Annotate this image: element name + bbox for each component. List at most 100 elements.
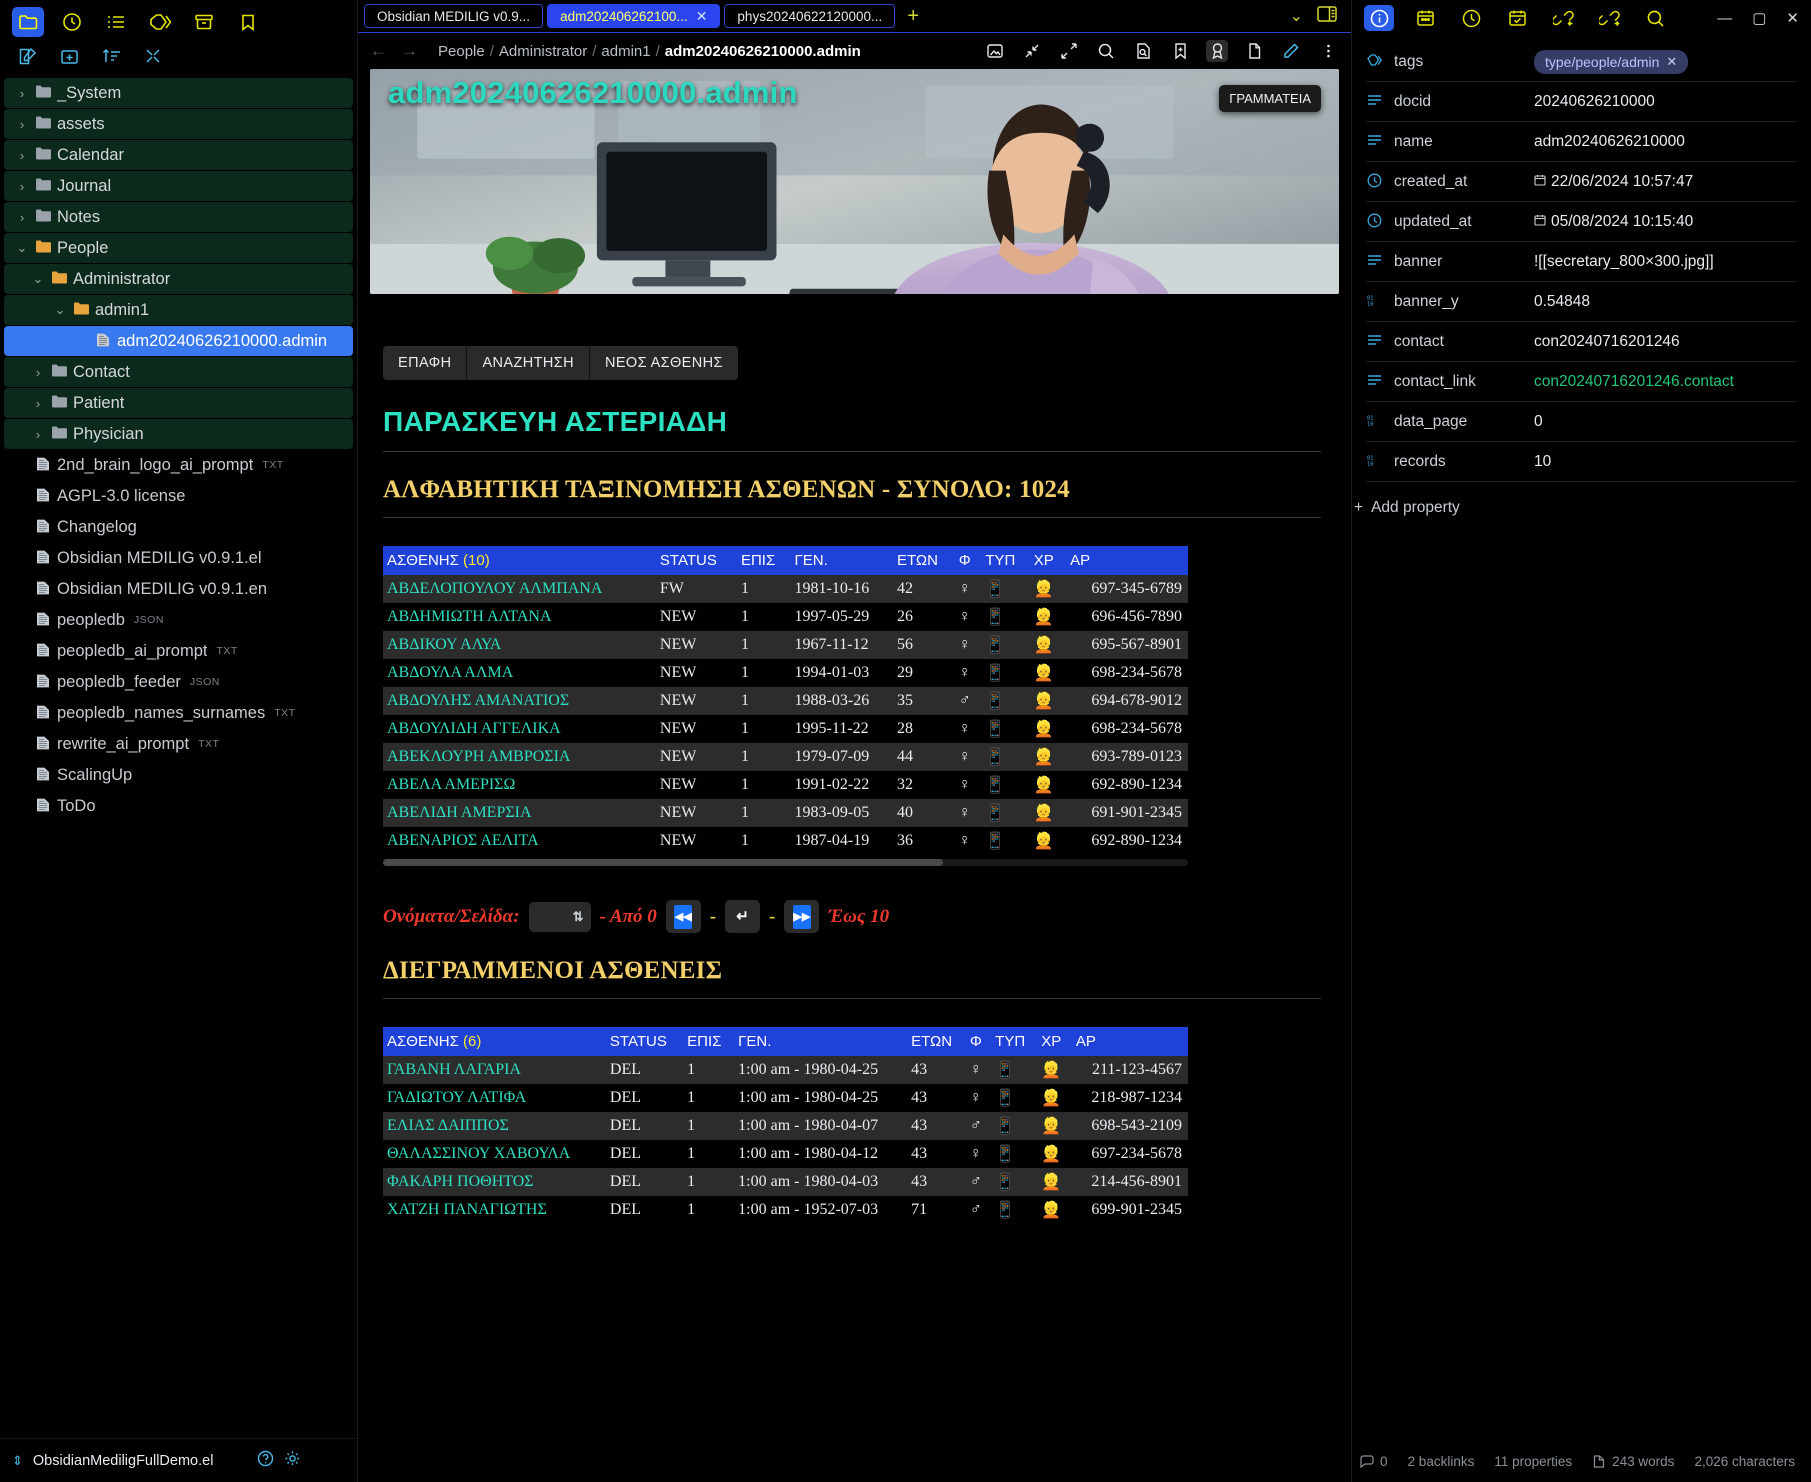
cell-name[interactable]: ΑΒΔΟΥΛΗΣ ΑΜΑΝΑΤΙΟΣ xyxy=(383,687,656,715)
patient-link[interactable]: ΧΑΤΖΗ ΠΑΝΑΓΙΩΤΗΣ xyxy=(387,1201,547,1218)
add-bookmark-icon[interactable] xyxy=(1169,40,1191,62)
breadcrumb-part[interactable]: People xyxy=(438,43,485,60)
property-row-contact[interactable]: contact con20240716201246 xyxy=(1366,322,1797,362)
settings-gear-icon[interactable] xyxy=(284,1450,301,1471)
tree-folder-admin1[interactable]: ⌄ admin1 xyxy=(4,295,353,325)
cell-name[interactable]: ΦΑΚΑΡΗ ΠΟΘΗΤΟΣ xyxy=(383,1168,606,1196)
tree-folder-journal[interactable]: › Journal xyxy=(4,171,353,201)
table-row[interactable]: ΑΒΕΝΑΡΙΟΣ ΑΕΛΙΤΑ NEW 1 1987-04-19 36 ♀ 📱 👱 692-8… xyxy=(383,827,1188,855)
expand-arrows-icon[interactable] xyxy=(1058,40,1080,62)
cell-name[interactable]: ΕΛΙΑΣ ΔΑΙΠΠΟΣ xyxy=(383,1112,606,1140)
column-header-[interactable]: ΤΥΠ xyxy=(981,546,1030,575)
property-row-created_at[interactable]: created_at 22/06/2024 10:57:47 xyxy=(1366,162,1797,202)
vault-switch-icon[interactable]: ⇕ xyxy=(12,1453,23,1469)
chevron-right-icon[interactable]: › xyxy=(28,427,48,442)
cell-name[interactable]: ΑΒΔΗΜΙΩΤΗ ΑΛΤΑΝΑ xyxy=(383,603,656,631)
toggle-right-sidebar-icon[interactable] xyxy=(1317,5,1337,27)
medal-icon[interactable] xyxy=(1206,40,1228,62)
table-row[interactable]: ΑΒΕΛΙΔΗ ΑΜΕΡΣΙΑ NEW 1 1983-09-05 40 ♀ 📱 👱 691-90… xyxy=(383,799,1188,827)
tab-2[interactable]: adm202406262100... ✕ xyxy=(547,4,721,28)
tree-file-obsidian-medilig-v0-9-1-en[interactable]: Obsidian MEDILIG v0.9.1.en xyxy=(4,574,353,604)
column-header-status[interactable]: STATUS xyxy=(655,546,737,575)
column-header-[interactable]: ΓΕΝ. xyxy=(734,1027,908,1056)
page-search-icon[interactable] xyxy=(1132,40,1154,62)
column-header-[interactable]: ΑΣΘΕΝΗΣ (10) xyxy=(383,546,656,575)
archive-icon[interactable] xyxy=(188,7,220,37)
file-tree[interactable]: › _System › assets › Calendar › Journal › Notes ⌄ P… xyxy=(0,76,357,1438)
cell-name[interactable]: ΓΑΔΙΩΤΟΥ ΛΑΤΙΦΑ xyxy=(383,1084,606,1112)
column-header-[interactable]: ΧΡ xyxy=(1037,1027,1072,1056)
table-row[interactable]: ΕΛΙΑΣ ΔΑΙΠΠΟΣ DEL 1 1:00 am - 1980-04-07 43 ♂… xyxy=(383,1112,1188,1140)
calendar-check-icon[interactable] xyxy=(1502,5,1532,31)
tree-file-peopledb-ai-prompt[interactable]: peopledb_ai_prompt TXT xyxy=(4,636,353,666)
table-row[interactable]: ΑΒΔΟΥΛΑ ΑΛΜΑ NEW 1 1994-01-03 29 ♀ 📱 👱 698-234-5… xyxy=(383,659,1188,687)
document-icon[interactable] xyxy=(1243,40,1265,62)
tab-close-icon[interactable]: ✕ xyxy=(696,8,708,25)
chevron-right-icon[interactable]: › xyxy=(12,86,32,101)
patients-table[interactable]: ΑΣΘΕΝΗΣ (10) STATUS ΕΠΙΣ ΓΕΝ. ΕΤΩΝ Φ ΤΥΠ ΧΡ ΑΡ ΑΒ… xyxy=(383,546,1188,855)
tree-file-adm20240626210000-admin[interactable]: adm20240626210000.admin xyxy=(4,326,353,356)
tree-folder-contact[interactable]: › Contact xyxy=(4,357,353,387)
cell-name[interactable]: ΧΑΤΖΗ ΠΑΝΑΓΙΩΤΗΣ xyxy=(383,1196,606,1224)
tree-folder-physician[interactable]: › Physician xyxy=(4,419,353,449)
tree-file-todo[interactable]: ToDo xyxy=(4,791,353,821)
table-row[interactable]: ΑΒΔΕΛΟΠΟΥΛΟΥ ΑΛΜΠΑΝΑ FW 1 1981-10-16 42 ♀ 📱 👱 69… xyxy=(383,575,1188,603)
tree-file-peopledb-feeder[interactable]: peopledb_feeder JSON xyxy=(4,667,353,697)
forward-arrow-icon[interactable]: → xyxy=(401,41,418,61)
tag-icon[interactable] xyxy=(144,7,176,37)
chevron-right-icon[interactable]: › xyxy=(28,396,48,411)
table-row[interactable]: ΧΑΤΖΗ ΠΑΝΑΓΙΩΤΗΣ DEL 1 1:00 am - 1952-07-03… xyxy=(383,1196,1188,1224)
patient-link[interactable]: ΑΒΔΗΜΙΩΤΗ ΑΛΤΑΝΑ xyxy=(387,608,552,625)
sort-icon[interactable] xyxy=(100,45,122,67)
back-arrow-icon[interactable]: ← xyxy=(370,41,387,61)
table-row[interactable]: ΑΒΔΗΜΙΩΤΗ ΑΛΤΑΝΑ NEW 1 1997-05-29 26 ♀ 📱 👱 696-4… xyxy=(383,603,1188,631)
image-icon[interactable] xyxy=(984,40,1006,62)
cell-name[interactable]: ΑΒΔΟΥΛΙΔΗ ΑΓΓΕΛΙΚΑ xyxy=(383,715,656,743)
help-icon[interactable] xyxy=(257,1450,274,1471)
action-button-1[interactable]: ΕΠΑΦΗ xyxy=(383,346,468,380)
property-row-records[interactable]: 01 10 records 10 xyxy=(1366,442,1797,482)
patient-link[interactable]: ΓΑΔΙΩΤΟΥ ΛΑΤΙΦΑ xyxy=(387,1089,526,1106)
property-value[interactable]: 0 xyxy=(1534,413,1797,431)
table-row[interactable]: ΑΒΔΙΚΟΥ ΑΛΥΑ NEW 1 1967-11-12 56 ♀ 📱 👱 695-567-8… xyxy=(383,631,1188,659)
column-header-[interactable]: ΑΡ xyxy=(1071,1027,1188,1056)
new-folder-icon[interactable] xyxy=(58,45,80,67)
minimize-icon[interactable]: — xyxy=(1717,10,1732,27)
action-button-3[interactable]: ΝΕΟΣ ΑΣΘΕΝΗΣ xyxy=(589,346,738,380)
chevron-down-icon[interactable]: ⌄ xyxy=(28,271,48,287)
first-page-button[interactable]: ◀◀ xyxy=(665,900,701,933)
clock-icon[interactable] xyxy=(1456,5,1486,31)
cell-name[interactable]: ΑΒΔΕΛΟΠΟΥΛΟΥ ΑΛΜΠΑΝΑ xyxy=(383,575,656,603)
tab-3[interactable]: phys20240622120000... xyxy=(724,4,896,28)
deleted-patients-table[interactable]: ΑΣΘΕΝΗΣ (6) STATUS ΕΠΙΣ ΓΕΝ. ΕΤΩΝ Φ ΤΥΠ ΧΡ ΑΡ ΓΑΒ… xyxy=(383,1027,1188,1224)
patient-link[interactable]: ΑΒΔΟΥΛΗΣ ΑΜΑΝΑΤΙΟΣ xyxy=(387,692,569,709)
vault-name[interactable]: ObsidianMediligFullDemo.el xyxy=(33,1453,214,1469)
cell-name[interactable]: ΓΑΒΑΝΗ ΛΑΓΑΡΙΑ xyxy=(383,1056,606,1084)
breadcrumb-part[interactable]: admin1 xyxy=(601,43,650,60)
names-per-page-select[interactable] xyxy=(528,901,591,932)
property-value[interactable]: 20240626210000 xyxy=(1534,93,1797,111)
column-header-[interactable]: ΑΡ xyxy=(1066,546,1188,575)
table-row[interactable]: ΦΑΚΑΡΗ ΠΟΘΗΤΟΣ DEL 1 1:00 am - 1980-04-03 43… xyxy=(383,1168,1188,1196)
close-icon[interactable]: ✕ xyxy=(1786,9,1799,27)
tab-list-chevron-icon[interactable]: ⌄ xyxy=(1290,6,1303,26)
table-row[interactable]: ΘΑΛΑΣΣΙΝΟΥ ΧΑΒΟΥΛΑ DEL 1 1:00 am - 1980-04-… xyxy=(383,1140,1188,1168)
new-note-icon[interactable] xyxy=(16,45,38,67)
chevron-right-icon[interactable]: › xyxy=(28,365,48,380)
table-horizontal-scrollbar[interactable] xyxy=(383,859,1188,866)
calendar-icon[interactable] xyxy=(1410,5,1440,31)
column-header-[interactable]: ΑΣΘΕΝΗΣ (6) xyxy=(383,1027,606,1056)
tree-file-peopledb[interactable]: peopledb JSON xyxy=(4,605,353,635)
column-header-[interactable]: Φ xyxy=(954,546,982,575)
property-row-banner[interactable]: banner ![[secretary_800×300.jpg]] xyxy=(1366,242,1797,282)
patient-link[interactable]: ΦΑΚΑΡΗ ΠΟΘΗΤΟΣ xyxy=(387,1173,534,1190)
tree-folder--system[interactable]: › _System xyxy=(4,78,353,108)
cell-name[interactable]: ΑΒΕΚΛΟΥΡΗ ΑΜΒΡΟΣΙΑ xyxy=(383,743,656,771)
tree-file-agpl-3-0-license[interactable]: AGPL-3.0 license xyxy=(4,481,353,511)
more-options-icon[interactable] xyxy=(1317,40,1339,62)
cell-name[interactable]: ΑΒΔΙΚΟΥ ΑΛΥΑ xyxy=(383,631,656,659)
chevron-down-icon[interactable]: ⌄ xyxy=(12,240,32,256)
property-value[interactable]: type/people/admin ✕ xyxy=(1534,49,1797,74)
column-header-[interactable]: ΤΥΠ xyxy=(991,1027,1038,1056)
patient-link[interactable]: ΑΒΔΙΚΟΥ ΑΛΥΑ xyxy=(387,636,501,653)
